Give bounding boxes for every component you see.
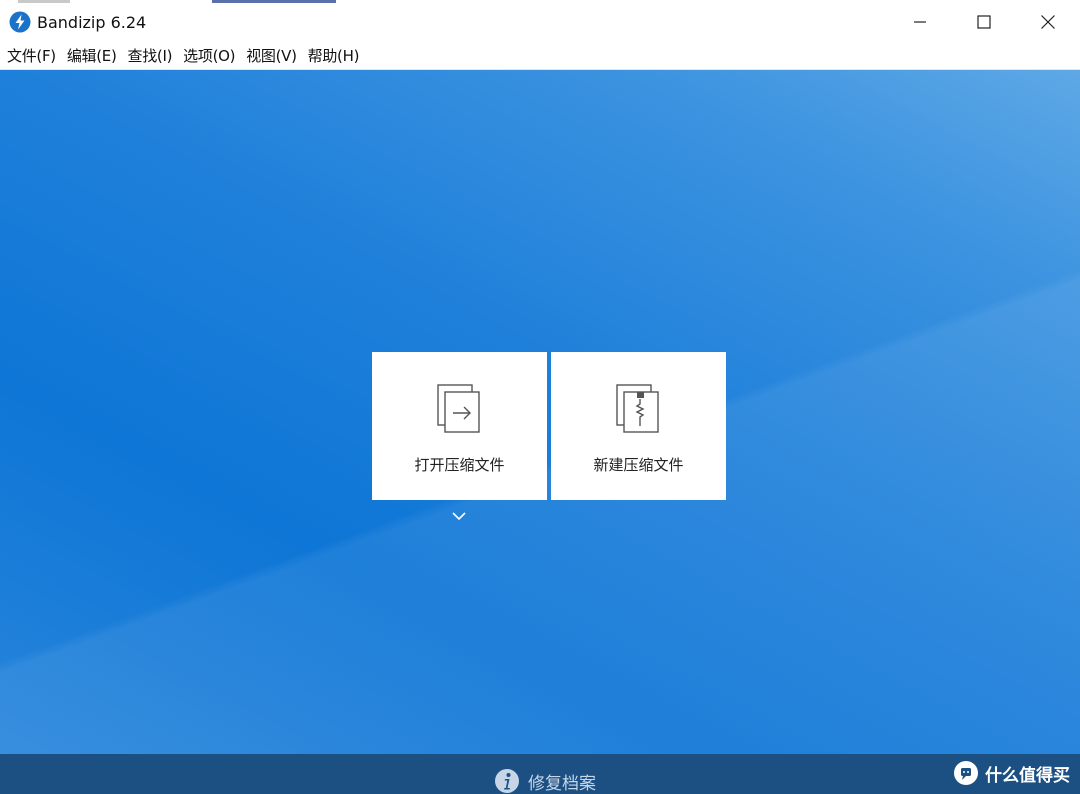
- maximize-button[interactable]: [952, 3, 1016, 41]
- start-workspace: 打开压缩文件 新建压缩文件: [0, 70, 1080, 754]
- menu-file[interactable]: 文件(F): [3, 45, 60, 66]
- window-controls: [888, 3, 1080, 41]
- new-archive-label: 新建压缩文件: [593, 456, 684, 474]
- menu-options[interactable]: 选项(O): [179, 45, 239, 66]
- minimize-icon: [914, 21, 926, 23]
- open-archive-button[interactable]: 打开压缩文件: [372, 352, 547, 500]
- chevron-down-icon[interactable]: [450, 507, 468, 521]
- window-title: Bandizip 6.24: [37, 12, 147, 32]
- watermark-text: 什么值得买: [985, 765, 1070, 786]
- repair-archive-link[interactable]: 修复档案: [494, 766, 596, 794]
- menu-find[interactable]: 查找(I): [124, 45, 177, 66]
- footer-bar: 修复档案 什么值得买: [0, 754, 1080, 794]
- menu-bar: 文件(F) 编辑(E) 查找(I) 选项(O) 视图(V) 帮助(H): [0, 41, 1080, 70]
- bandizip-logo-icon: [9, 11, 31, 33]
- watermark: 什么值得买: [953, 756, 1070, 790]
- menu-view[interactable]: 视图(V): [242, 45, 300, 66]
- menu-edit[interactable]: 编辑(E): [63, 45, 121, 66]
- open-archive-icon: [435, 382, 485, 436]
- close-button[interactable]: [1016, 3, 1080, 41]
- maximize-icon: [977, 15, 991, 29]
- close-icon: [1041, 15, 1055, 29]
- new-archive-button[interactable]: 新建压缩文件: [551, 352, 726, 500]
- smzdm-logo-icon: [954, 761, 978, 785]
- repair-archive-label: 修复档案: [528, 773, 596, 794]
- title-bar: Bandizip 6.24: [0, 3, 1080, 41]
- menu-help[interactable]: 帮助(H): [304, 45, 363, 66]
- info-icon: [495, 769, 519, 793]
- zip-archive-icon: [614, 382, 664, 436]
- open-archive-label: 打开压缩文件: [414, 456, 505, 474]
- minimize-button[interactable]: [888, 3, 952, 41]
